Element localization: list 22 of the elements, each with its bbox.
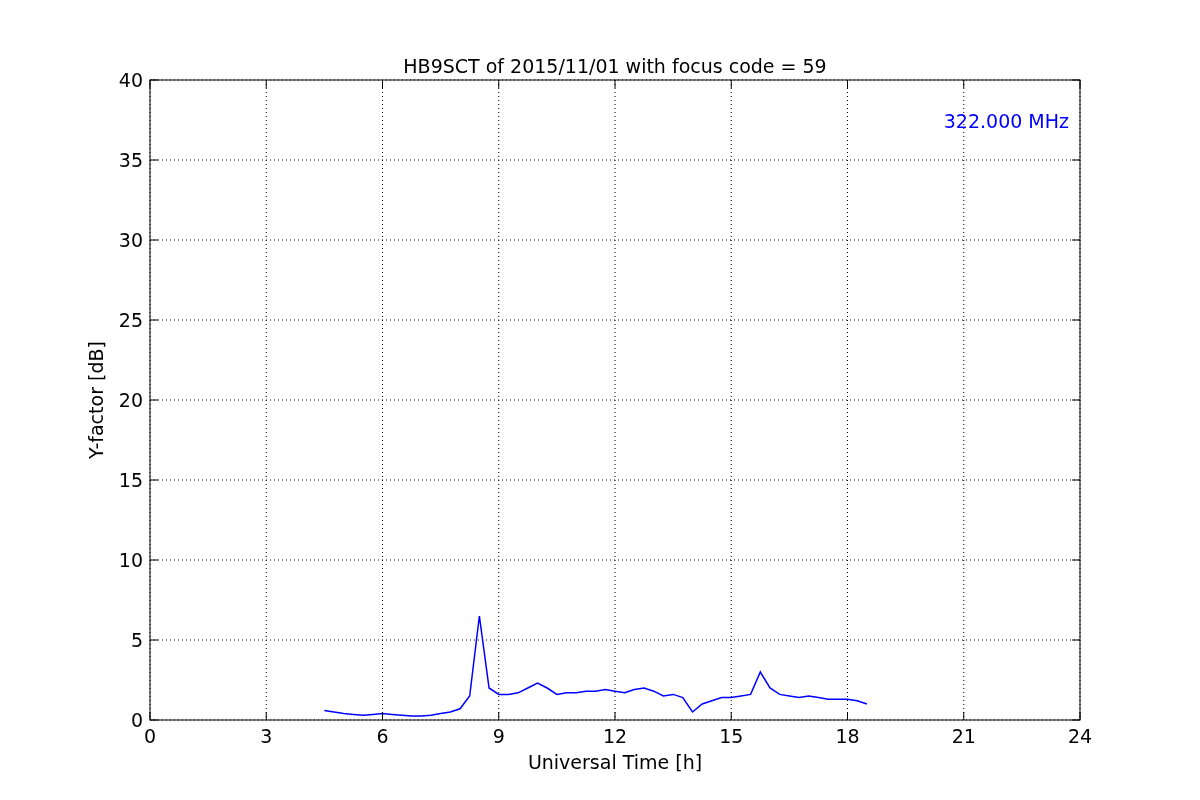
tick-label: 30 (118, 229, 143, 251)
tick-label: 3 (260, 725, 273, 747)
axis-label: Y-factor [dB] (85, 341, 107, 459)
chart-title: HB9SCT of 2015/11/01 with focus code = 59 (403, 55, 827, 77)
axis-label: Universal Time [h] (527, 751, 703, 773)
tick-label: 6 (376, 725, 389, 747)
tick-label: 21 (951, 725, 976, 747)
tick-label: 25 (118, 309, 143, 331)
tick-label: 0 (143, 725, 157, 747)
tick-label: 5 (130, 629, 143, 651)
tick-label: 15 (719, 725, 744, 747)
tick-label: 24 (1067, 725, 1093, 747)
tick-label: 12 (602, 725, 628, 747)
tick-label: 15 (118, 469, 143, 491)
tick-label: 0 (130, 709, 143, 731)
tick-label: 10 (118, 549, 143, 571)
tick-label: 9 (492, 725, 505, 747)
series-label: 322.000 MHz (943, 110, 1069, 132)
tick-label: 18 (835, 725, 860, 747)
tick-label: 35 (118, 149, 143, 171)
tick-label: 40 (118, 69, 143, 91)
tick-label: 20 (118, 389, 143, 411)
